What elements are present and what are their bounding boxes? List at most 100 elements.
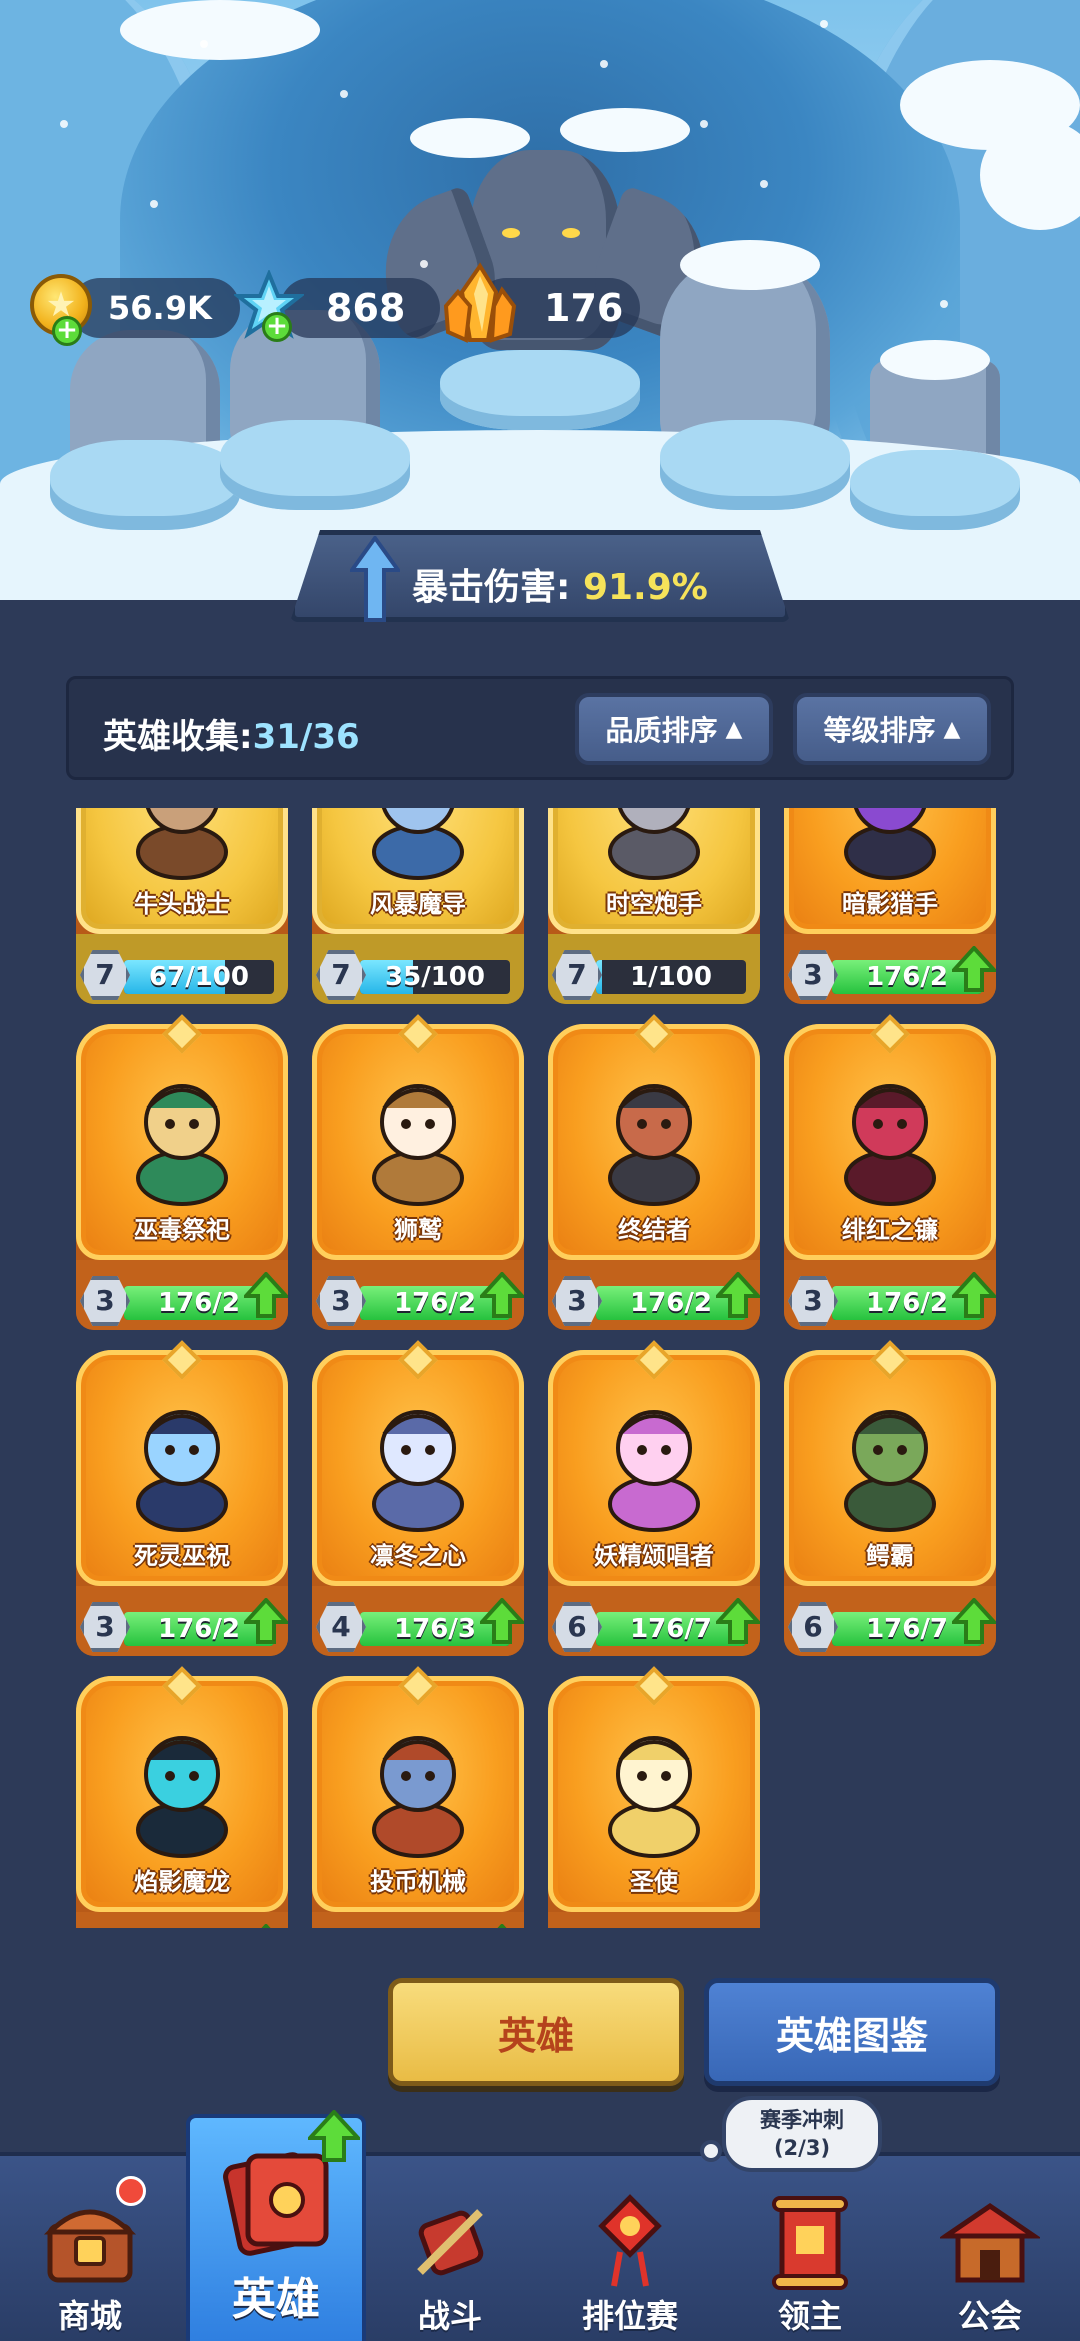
upgrade-arrow-icon — [952, 1598, 996, 1644]
snow-cap — [680, 240, 820, 290]
upgrade-arrow-icon — [244, 1598, 288, 1644]
hero-name: 凛冬之心 — [370, 1542, 466, 1570]
hero-shard-count: 35/100 — [385, 962, 485, 992]
upgrade-arrow-icon — [308, 2110, 360, 2162]
add-gems-icon[interactable]: + — [262, 312, 292, 342]
nav-heroes-label: 英雄 — [232, 2274, 320, 2325]
hero-portrait-icon — [136, 808, 228, 880]
hero-level: 3 — [567, 1284, 587, 1317]
hero-portrait-icon — [136, 1410, 228, 1532]
hero-tab-button[interactable]: 英雄 — [388, 1978, 684, 2086]
season-sprint-progress: (2/3) — [773, 2136, 831, 2160]
hero-name: 狮鹫 — [394, 1216, 442, 1244]
sort-by-level-button[interactable]: 等级排序 ▲ — [793, 693, 991, 765]
gold-counter[interactable]: 56.9K — [70, 278, 240, 338]
hero-card[interactable]: 时空炮手 1/100 7 — [548, 808, 760, 1004]
hero-portrait-icon — [372, 1084, 464, 1206]
hero-portrait-icon — [372, 1410, 464, 1532]
nav-heroes[interactable]: 英雄 — [186, 2110, 366, 2341]
hero-card[interactable]: 凛冬之心 176/3 4 — [312, 1340, 524, 1656]
hero-card[interactable]: 鳄霸 176/7 6 — [784, 1340, 996, 1656]
hero-card[interactable]: 圣使176/19010 — [548, 1666, 760, 1928]
nav-guild[interactable]: 公会 — [900, 2156, 1080, 2341]
upgrade-arrow-icon — [716, 1598, 760, 1644]
battle-icon — [417, 2209, 484, 2276]
collection-header: 英雄收集:31/36 品质排序 ▲ 等级排序 ▲ — [66, 676, 1014, 780]
hero-card[interactable]: 焰影魔龙176/76 — [76, 1666, 288, 1928]
upgrade-arrow-icon — [497, 1924, 507, 1928]
hero-card[interactable]: 投币机械176/76 — [312, 1666, 524, 1928]
hero-portrait-icon — [608, 1084, 700, 1206]
hero-portrait-icon — [608, 1410, 700, 1532]
chest-icon — [43, 2209, 137, 2283]
hero-level: 6 — [803, 1610, 823, 1643]
hero-name: 投币机械 — [370, 1868, 466, 1896]
season-sprint-bubble[interactable]: 赛季冲刺 (2/3) — [722, 2096, 882, 2172]
pedestal — [660, 420, 850, 510]
triangle-up-icon: ▲ — [943, 716, 961, 742]
pedestal — [850, 450, 1020, 530]
hero-name: 死灵巫祝 — [134, 1542, 230, 1570]
hero-card[interactable]: 终结者 176/2 3 — [548, 1014, 760, 1330]
hero-name: 时空炮手 — [606, 890, 702, 918]
hero-card[interactable]: 风暴魔导 35/100 7 — [312, 808, 524, 1004]
hero-shard-count: 1/100 — [630, 962, 712, 992]
hero-shard-count: 67/100 — [149, 962, 249, 992]
snow-cap — [410, 118, 530, 158]
hero-name: 暗影猎手 — [842, 890, 938, 918]
upgrade-arrow-icon — [480, 1272, 524, 1318]
upgrade-arrow-icon — [952, 1272, 996, 1318]
hero-card-base — [548, 1912, 760, 1928]
hero-name: 绯红之镰 — [842, 1216, 938, 1244]
sort-by-quality-button[interactable]: 品质排序 ▲ — [575, 693, 773, 765]
hero-portrait-icon — [608, 1736, 700, 1858]
nav-shop[interactable]: 商城 — [0, 2156, 180, 2341]
nav-lord[interactable]: 领主 — [720, 2156, 900, 2341]
sort-level-label: 等级排序 — [823, 714, 936, 747]
hero-card[interactable]: 妖精颂唱者 176/7 6 — [548, 1340, 760, 1656]
lord-scroll-icon — [772, 2196, 848, 2290]
hero-portrait-icon — [844, 1084, 936, 1206]
hero-level: 3 — [95, 1610, 115, 1643]
add-gold-icon[interactable]: + — [52, 316, 82, 346]
hero-portrait-icon — [844, 808, 936, 880]
bottom-nav: 商城 英雄 战斗 排位赛 领主 公会 — [0, 2110, 1080, 2341]
hero-card[interactable]: 牛头战士 67/100 7 — [76, 808, 288, 1004]
hero-card[interactable]: 巫毒祭祀 176/2 3 — [76, 1014, 288, 1330]
gem-counter[interactable]: 868 — [280, 278, 440, 338]
hero-name: 风暴魔导 — [370, 890, 466, 918]
nav-battle-label: 战斗 — [417, 2297, 482, 2335]
hero-card[interactable]: 死灵巫祝 176/2 3 — [76, 1340, 288, 1656]
nav-guild-label: 公会 — [957, 2297, 1022, 2335]
nav-ranked[interactable]: 排位赛 — [540, 2156, 720, 2341]
bubble-tail — [700, 2140, 722, 2162]
pedestal — [220, 420, 410, 510]
hero-card[interactable]: 暗影猎手 176/2 3 — [784, 808, 996, 1004]
crit-value: 91.9% — [582, 567, 708, 608]
arrow-up-icon — [350, 536, 400, 622]
triangle-up-icon: ▲ — [725, 716, 743, 742]
hero-level: 3 — [331, 1284, 351, 1317]
nav-battle[interactable]: 战斗 — [360, 2156, 540, 2341]
season-sprint-title: 赛季冲刺 — [760, 2108, 844, 2132]
hero-level: 7 — [95, 958, 115, 991]
upgrade-arrow-icon — [480, 1598, 524, 1644]
hero-grid[interactable]: 牛头战士 67/100 7 风暴魔导 35/100 7 时空炮手 1/100 7 暗影猎手 176/… — [60, 808, 1020, 1928]
collection-label: 英雄收集: — [103, 717, 253, 757]
crystal-amount: 176 — [544, 286, 624, 330]
snow-cap — [880, 340, 990, 380]
hero-card[interactable]: 狮鹫 176/2 3 — [312, 1014, 524, 1330]
guild-hall-icon — [940, 2202, 1040, 2283]
collection-count: 31/36 — [252, 717, 360, 757]
crit-text: 暴击伤害: 91.9% — [412, 558, 708, 610]
hero-level: 4 — [331, 1610, 351, 1643]
hero-level: 6 — [567, 1610, 587, 1643]
hero-codex-button[interactable]: 英雄图鉴 — [704, 1978, 1000, 2086]
hero-name: 妖精颂唱者 — [594, 1542, 714, 1570]
hero-card[interactable]: 绯红之镰 176/2 3 — [784, 1014, 996, 1330]
hero-name: 牛头战士 — [134, 890, 230, 918]
hero-level: 7 — [331, 958, 351, 991]
collection-title: 英雄收集:31/36 — [103, 709, 360, 758]
hero-portrait-icon — [372, 808, 464, 880]
hero-name: 鳄霸 — [866, 1542, 914, 1570]
